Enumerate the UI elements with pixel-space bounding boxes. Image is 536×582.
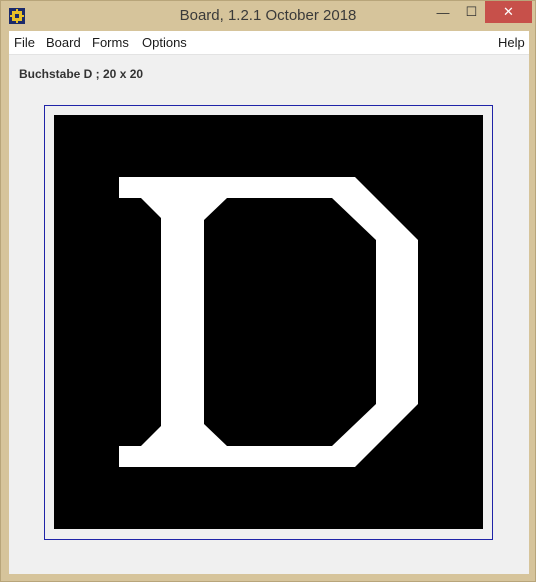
menu-file[interactable]: File	[14, 35, 35, 50]
title-bar[interactable]: Board, 1.2.1 October 2018 — ☐ ✕	[1, 1, 535, 31]
maximize-icon: ☐	[465, 4, 478, 19]
status-label: Buchstabe D ; 20 x 20	[19, 67, 144, 81]
board-frame	[44, 105, 493, 540]
letter-d-glyph	[119, 177, 418, 467]
maximize-button[interactable]: ☐	[458, 1, 485, 23]
close-button[interactable]: ✕	[485, 1, 532, 23]
close-icon: ✕	[503, 4, 514, 19]
minimize-icon: —	[436, 4, 450, 20]
menu-forms[interactable]: Forms	[92, 35, 129, 50]
app-window: Board, 1.2.1 October 2018 — ☐ ✕ File Boa…	[0, 0, 536, 582]
menu-options[interactable]: Options	[142, 35, 187, 50]
menu-board[interactable]: Board	[46, 35, 81, 50]
board-canvas[interactable]	[54, 115, 483, 529]
minimize-button[interactable]: —	[428, 1, 458, 23]
client-area: File Board Forms Options Help Buchstabe …	[9, 31, 529, 574]
menu-help[interactable]: Help	[498, 35, 525, 50]
menu-bar: File Board Forms Options Help	[9, 31, 529, 55]
